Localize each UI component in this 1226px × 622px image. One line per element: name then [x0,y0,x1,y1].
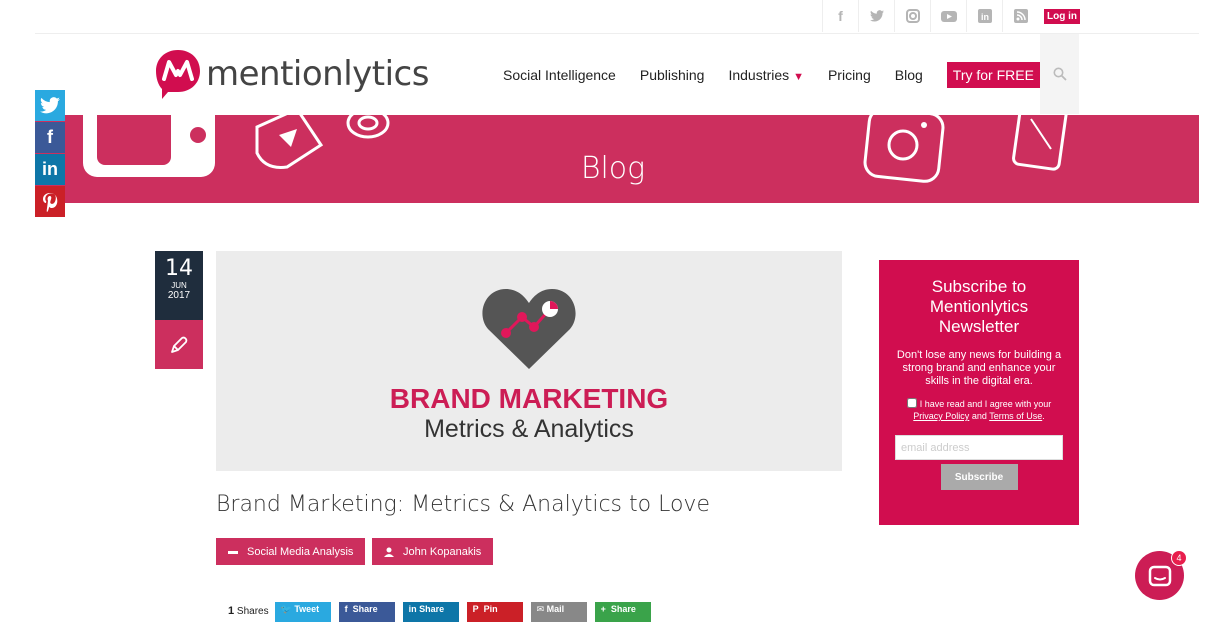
try-free-button[interactable]: Try for FREE [946,62,1040,88]
svg-text:in: in [981,12,989,22]
pinterest-icon [43,192,58,212]
facebook-icon: f [344,604,353,614]
pen-icon [171,336,188,353]
side-share-linkedin[interactable]: in [35,154,65,185]
login-button[interactable]: Log in [1044,8,1080,24]
mail-icon: ✉ [536,604,547,614]
author-tag[interactable]: John Kopanakis [372,538,494,565]
twitter-icon: 🐦 [280,604,295,614]
pinterest-icon: P [472,604,484,614]
image-subline: Metrics & Analytics [424,415,634,443]
post-title[interactable]: Brand Marketing: Metrics & Analytics to … [216,492,710,517]
image-headline: BRAND MARKETING [389,383,669,414]
nav-pricing[interactable]: Pricing [828,67,871,83]
share-count: 1 Shares [228,605,269,617]
consent-text: I have read and I agree with your [919,399,1052,409]
newsletter-description: Don't lose any news for building a stron… [896,349,1062,387]
more-icon: + [600,604,611,614]
logo-text: mentionlytics [206,54,429,94]
top-social-bar: f in Log in [822,0,1080,32]
search-button[interactable] [1040,34,1079,114]
youtube-icon[interactable] [930,0,966,32]
mail-button[interactable]: ✉ Mail [530,602,587,622]
post-format-badge[interactable] [155,320,203,369]
main-nav: Social Intelligence Publishing Industrie… [503,62,1052,88]
consent-checkbox[interactable] [906,398,917,408]
newsletter-widget: Subscribe to Mentionlytics Newsletter Do… [879,260,1079,525]
more-share-button[interactable]: + Share [594,602,651,622]
chat-icon [1148,565,1171,586]
consent-and: and [971,411,987,421]
pin-button[interactable]: P Pin [466,602,523,622]
nav-publishing[interactable]: Publishing [640,67,705,83]
banner-title: Blog [580,151,646,186]
twitter-icon [40,97,60,114]
linkedin-icon: in [42,159,58,179]
twitter-icon[interactable] [858,0,894,32]
share-row: 1 Shares 🐦 Tweet f Share in Share P Pin … [228,602,659,622]
user-icon [384,547,394,557]
caret-down-icon: ▼ [793,71,804,83]
search-icon [1053,67,1067,81]
privacy-policy-link[interactable]: Privacy Policy [913,411,969,421]
nav-industries[interactable]: Industries ▼ [728,67,803,83]
author-label: John Kopanakis [403,545,482,558]
tweet-button[interactable]: 🐦 Tweet [274,602,331,622]
category-tag[interactable]: ▬ Social Media Analysis [216,538,366,565]
nav-social-intelligence[interactable]: Social Intelligence [503,67,616,83]
category-label: Social Media Analysis [247,545,354,558]
nav-blog[interactable]: Blog [895,67,923,83]
email-input[interactable] [895,435,1063,460]
nav-industries-label: Industries [728,67,790,83]
terms-of-use-link[interactable]: Terms of Use [989,411,1042,421]
linkedin-icon: in [408,604,420,614]
logo[interactable]: mentionlytics [154,48,429,100]
facebook-icon[interactable]: f [822,0,858,32]
post-date-year: 2017 [167,290,191,301]
instagram-icon[interactable] [894,0,930,32]
post-date-day: 14 [165,256,193,281]
post-date-month: JUN [171,281,187,290]
newsletter-title: Subscribe to Mentionlytics Newsletter [929,277,1029,336]
featured-image[interactable]: BRAND MARKETING Metrics & Analytics [216,251,842,471]
linkedin-icon[interactable]: in [966,0,1002,32]
post-date: 14 JUN 2017 [155,251,203,320]
heart-chart-icon [482,289,576,369]
side-share-pinterest[interactable] [35,186,65,217]
subscribe-button[interactable]: Subscribe [940,464,1018,490]
folder-icon: ▬ [228,546,238,557]
facebook-icon: f [47,127,53,147]
linkedin-share-button[interactable]: in Share [402,602,459,622]
side-share-twitter[interactable] [35,90,65,121]
rss-icon[interactable] [1002,0,1038,32]
header-divider [35,33,1199,34]
logo-mark-icon [156,50,200,99]
side-share-facebook[interactable]: f [35,122,65,153]
consent-row: I have read and I agree with your Privac… [879,398,1079,422]
chat-unread-badge: 4 [1171,550,1187,566]
facebook-share-button[interactable]: f Share [338,602,395,622]
